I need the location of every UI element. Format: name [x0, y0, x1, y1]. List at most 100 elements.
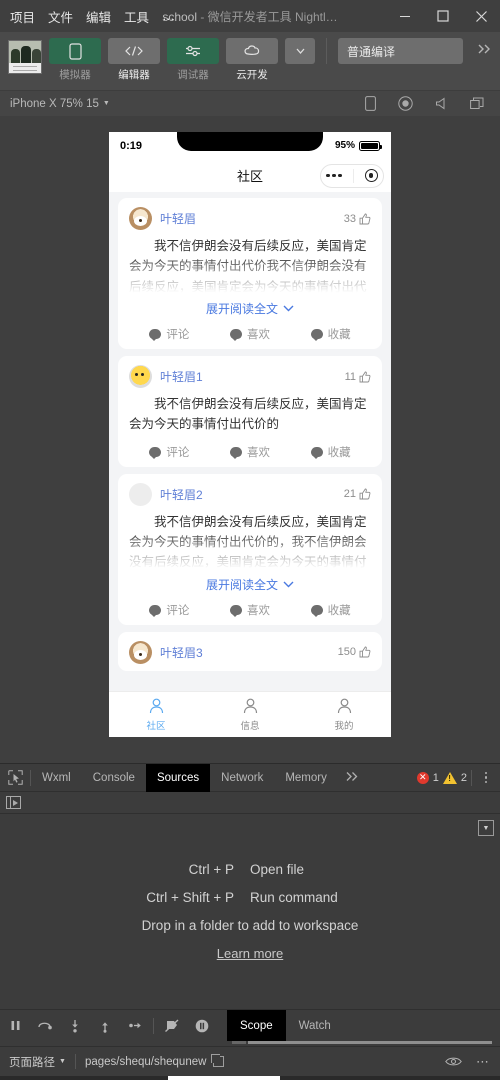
- phone-frame: 0:19 95% 社区 叶轻眉 33 我不信伊朗会没有后续反应，美国肯定会为今天…: [109, 132, 391, 737]
- show-navigator-icon[interactable]: [6, 796, 21, 809]
- devtools-scrollbar[interactable]: [0, 1041, 500, 1046]
- devtools-tab-sources[interactable]: Sources: [145, 763, 211, 792]
- devtools-tab-network[interactable]: Network: [210, 764, 274, 792]
- toolbar-divider: [326, 38, 327, 64]
- post-username[interactable]: 叶轻眉2: [160, 486, 203, 503]
- target-icon[interactable]: [364, 169, 378, 182]
- minimize-button[interactable]: [386, 0, 424, 32]
- devtools-more-tabs-button[interactable]: [338, 771, 366, 785]
- simulator-button-box[interactable]: [49, 38, 101, 64]
- more-dots-icon[interactable]: [326, 173, 342, 178]
- toolbar-button-simulator[interactable]: 模拟器: [49, 38, 101, 82]
- kebab-menu-icon[interactable]: [476, 771, 496, 784]
- page-path-caret-icon[interactable]: ▼: [59, 1058, 66, 1065]
- window-icon[interactable]: [470, 97, 484, 110]
- toolbar-button-editor[interactable]: 编辑器: [108, 38, 160, 82]
- avatar[interactable]: [129, 365, 152, 388]
- post-username[interactable]: 叶轻眉3: [160, 644, 203, 661]
- avatar[interactable]: [129, 640, 152, 664]
- copy-icon[interactable]: [211, 1054, 225, 1067]
- menu-item-more[interactable]: …: [162, 9, 176, 23]
- eye-icon[interactable]: [445, 1056, 462, 1067]
- like-action[interactable]: 喜欢: [210, 602, 291, 618]
- menu-item-file[interactable]: 文件: [48, 7, 73, 26]
- post-card[interactable]: 叶轻眉1 11 我不信伊朗会没有后续反应，美国肯定会为今天的事情付出代价的 评论…: [118, 356, 382, 467]
- favorite-action[interactable]: 收藏: [290, 602, 371, 618]
- tab-community[interactable]: 社区: [109, 697, 203, 732]
- collapse-panel-icon[interactable]: ▼: [478, 820, 494, 836]
- scope-tab[interactable]: Scope: [227, 1009, 286, 1042]
- avatar[interactable]: [129, 482, 152, 506]
- phone-outline-icon[interactable]: [365, 96, 376, 111]
- comment-action[interactable]: 评论: [129, 326, 210, 342]
- debugger-button-box[interactable]: [167, 38, 219, 64]
- wechat-capsule[interactable]: [320, 163, 384, 188]
- scrollbar-thumb-right[interactable]: [248, 1041, 492, 1044]
- post-like-count[interactable]: 11: [345, 371, 371, 383]
- post-text: 我不信伊朗会没有后续反应，美国肯定会为今天的事情付出代价的: [129, 397, 367, 432]
- like-action[interactable]: 喜欢: [210, 326, 291, 342]
- tab-profile[interactable]: 我的: [297, 697, 391, 732]
- expand-full-text-button[interactable]: 展开阅读全文: [129, 576, 371, 593]
- ellipsis-icon[interactable]: ⋯: [476, 1054, 489, 1070]
- comment-action[interactable]: 评论: [129, 444, 210, 460]
- comment-label: 评论: [166, 329, 190, 341]
- toolbar-button-cloud[interactable]: 云开发: [226, 38, 278, 82]
- menu-item-tools[interactable]: 工具: [124, 7, 149, 26]
- expand-label: 展开阅读全文: [205, 302, 278, 316]
- learn-more-link[interactable]: Learn more: [217, 946, 283, 961]
- community-feed[interactable]: 叶轻眉 33 我不信伊朗会没有后续反应，美国肯定会为今天的事情付出代价我不信伊朗…: [109, 192, 391, 691]
- step-into-button[interactable]: [60, 1010, 90, 1042]
- cloud-button-box[interactable]: [226, 38, 278, 64]
- favorite-action[interactable]: 收藏: [290, 444, 371, 460]
- compile-mode-field[interactable]: 普通编译: [338, 38, 463, 64]
- warning-icon[interactable]: [442, 771, 457, 784]
- tab-messages[interactable]: 信息: [203, 697, 297, 732]
- record-icon[interactable]: [398, 96, 413, 111]
- page-path-label[interactable]: 页面路径: [9, 1054, 55, 1070]
- scrollbar-thumb-left[interactable]: [232, 1041, 246, 1044]
- devtools-tab-memory[interactable]: Memory: [274, 764, 338, 792]
- avatar[interactable]: [129, 207, 152, 230]
- inspect-cursor-button[interactable]: [0, 764, 30, 792]
- devtools-tab-wxml[interactable]: Wxml: [31, 764, 82, 792]
- expand-full-text-button[interactable]: 展开阅读全文: [129, 300, 371, 317]
- post-card[interactable]: 叶轻眉 33 我不信伊朗会没有后续反应，美国肯定会为今天的事情付出代价我不信伊朗…: [118, 198, 382, 349]
- post-actions: 评论 喜欢 收藏: [129, 442, 371, 460]
- status-time: 0:19: [120, 139, 143, 152]
- toolbar-button-debugger[interactable]: 调试器: [167, 38, 219, 82]
- project-thumbnail[interactable]: [8, 40, 42, 74]
- comment-action[interactable]: 评论: [129, 602, 210, 618]
- post-username[interactable]: 叶轻眉: [160, 210, 196, 227]
- step-out-button[interactable]: [90, 1010, 120, 1042]
- menu-item-project[interactable]: 项目: [10, 7, 35, 26]
- devtools-tab-console[interactable]: Console: [82, 764, 146, 792]
- toolbar-overflow-button[interactable]: [476, 42, 492, 59]
- warning-count: 2: [460, 771, 467, 784]
- error-icon[interactable]: ✕: [416, 771, 429, 784]
- editor-button-box[interactable]: [108, 38, 160, 64]
- like-action[interactable]: 喜欢: [210, 444, 291, 460]
- page-path-bar: 页面路径 ▼ pages/shequ/shequnew ⋯: [0, 1046, 500, 1076]
- compile-mode-dropdown[interactable]: [285, 38, 316, 64]
- watch-tab[interactable]: Watch: [286, 1010, 344, 1042]
- close-button[interactable]: [462, 0, 500, 32]
- post-username[interactable]: 叶轻眉1: [160, 368, 203, 385]
- favorite-action[interactable]: 收藏: [290, 326, 371, 342]
- maximize-button[interactable]: [424, 0, 462, 32]
- device-selector-caret[interactable]: ▼: [103, 100, 110, 107]
- pause-on-exceptions-button[interactable]: [187, 1010, 217, 1042]
- post-card[interactable]: 叶轻眉3 150: [118, 631, 382, 671]
- volume-icon[interactable]: [435, 97, 448, 110]
- step-button[interactable]: [120, 1010, 150, 1042]
- menu-item-edit[interactable]: 编辑: [86, 7, 111, 26]
- deactivate-breakpoints-button[interactable]: [157, 1010, 187, 1042]
- post-like-count[interactable]: 33: [344, 213, 371, 225]
- pause-button[interactable]: [0, 1010, 30, 1042]
- device-selector-label[interactable]: iPhone X 75% 15: [10, 98, 99, 110]
- step-over-button[interactable]: [30, 1010, 60, 1042]
- post-like-count[interactable]: 150: [338, 646, 371, 658]
- post-like-count[interactable]: 21: [344, 488, 371, 500]
- maximize-icon: [437, 10, 449, 22]
- post-card[interactable]: 叶轻眉2 21 我不信伊朗会没有后续反应，美国肯定会为今天的事情付出代价的，我不…: [118, 473, 382, 625]
